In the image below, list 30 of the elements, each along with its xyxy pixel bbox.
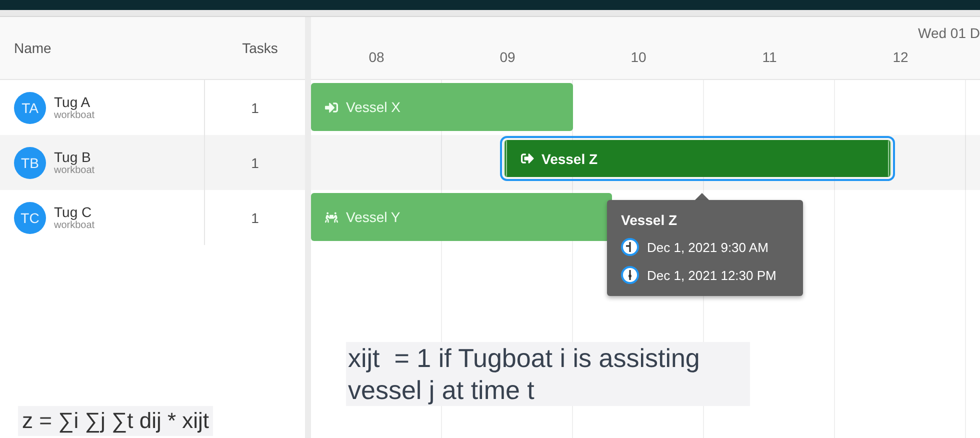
hour-header: 12 [892,49,910,67]
hour-header: 10 [630,49,648,67]
hour-header: 09 [498,49,516,67]
sign-in-icon [325,100,338,114]
task-count: 1 [250,210,260,226]
hour-header: 11 [761,49,778,67]
task-count: 1 [250,154,260,170]
avatar: TA [14,92,46,124]
avatar: TB [14,146,46,178]
column-header[interactable]: Tasks [205,40,305,56]
date-header: Wed 01 D [918,25,980,41]
formula-text: z = ∑i ∑j ∑t dij * xijt [18,406,214,436]
hour-header: 08 [368,49,386,67]
clock-icon [621,238,639,256]
end-time: Dec 1, 2021 12:30 PM [647,268,776,282]
column-header[interactable]: Name [0,40,205,56]
resource-name: Tug C [54,204,93,220]
resource-type: workboat [54,220,95,231]
note-text: xijt = 1 if Tugboat i is assisting vessel j at time t [346,342,750,406]
clock-icon [621,266,639,284]
resource-type: workboat [54,165,95,176]
task-count: 1 [250,100,260,116]
people-carry-icon [325,210,338,224]
resource-type: workboat [54,110,95,121]
start-time: Dec 1, 2021 9:30 AM [647,240,768,254]
tooltip-title: Vessel Z [621,212,678,228]
avatar: TC [14,202,46,234]
resource-name: Tug B [54,149,92,165]
resource-name: Tug A [54,94,92,110]
sign-out-icon [520,152,534,165]
